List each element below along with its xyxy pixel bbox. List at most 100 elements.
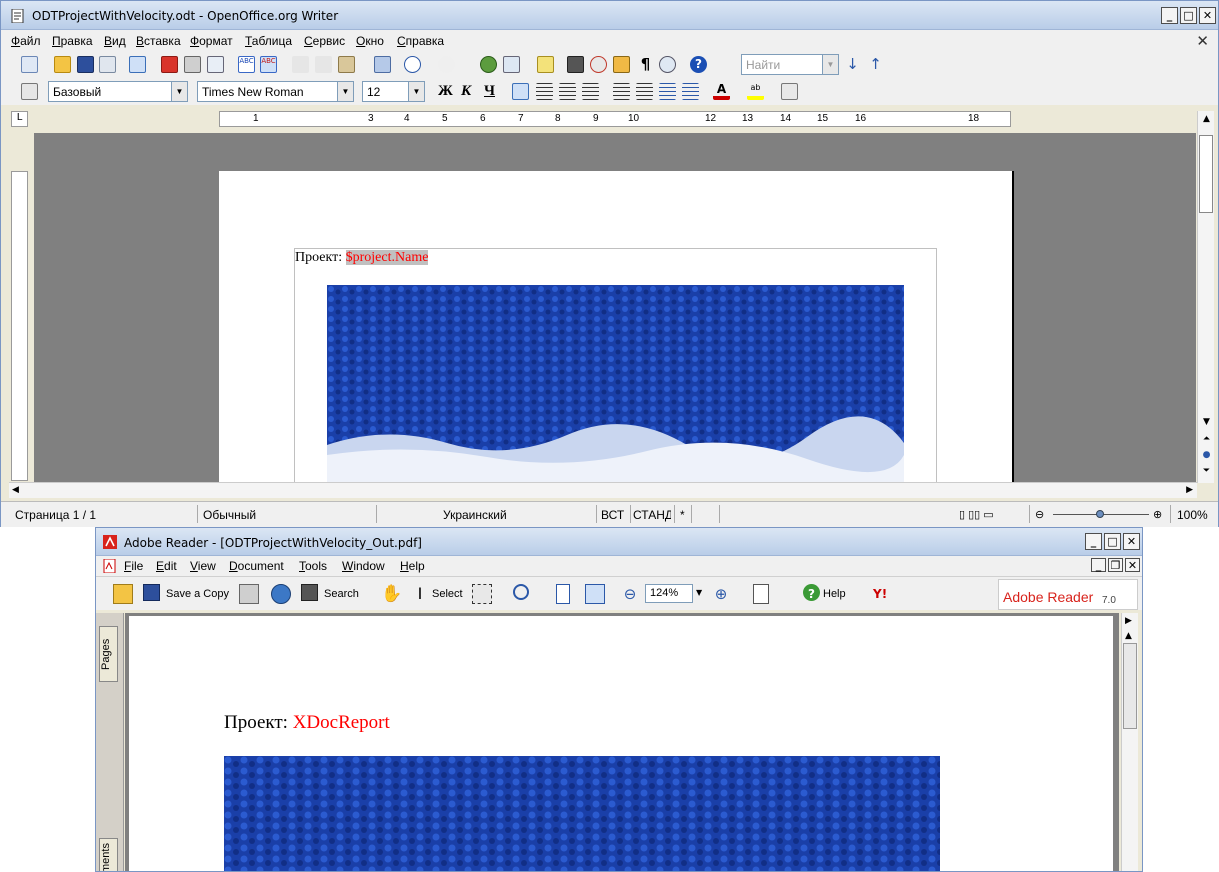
increase-indent-icon[interactable] <box>682 83 699 100</box>
hyperlink-icon[interactable] <box>480 56 497 73</box>
formatting-marks-icon[interactable]: ¶ <box>637 56 654 73</box>
reader-menu-document[interactable]: Document <box>229 559 284 573</box>
horizontal-scrollbar[interactable]: ◀ ▶ <box>9 482 1197 498</box>
snapshot-icon[interactable] <box>472 584 492 604</box>
paragraph-style-select[interactable]: Базовый ▼ <box>48 81 188 102</box>
vertical-scrollbar[interactable]: ▲ ▼ ⏶ ● ⏷ <box>1197 111 1214 483</box>
zoom-in-icon[interactable]: ⊕ <box>711 584 731 604</box>
panel-expand-icon[interactable]: ▶ <box>1125 616 1132 626</box>
select-text-icon[interactable]: I <box>410 584 430 604</box>
menu-view[interactable]: Вид <box>104 34 126 48</box>
horizontal-ruler[interactable]: 1 3 4 5 6 7 8 9 10 12 13 14 15 16 18 <box>219 111 1011 127</box>
scroll-left-icon[interactable]: ◀ <box>12 485 19 495</box>
menu-window[interactable]: Окно <box>356 34 384 48</box>
reader-menu-tools[interactable]: Tools <box>299 559 327 573</box>
find-replace-icon[interactable] <box>567 56 584 73</box>
doc-restore-button[interactable]: ❐ <box>1108 558 1123 572</box>
fit-width-icon[interactable] <box>585 584 605 604</box>
help-icon[interactable]: ? <box>803 584 820 601</box>
comments-tab[interactable]: ments <box>99 838 118 871</box>
print-icon[interactable] <box>184 56 201 73</box>
reader-menu-view[interactable]: View <box>190 559 216 573</box>
highlighting-icon[interactable]: ab <box>747 83 764 100</box>
zoom-out-icon[interactable]: ⊖ <box>1035 508 1044 521</box>
save-copy-button[interactable]: Save a Copy <box>166 588 229 600</box>
menu-edit[interactable]: Правка <box>52 34 93 48</box>
document-menu-icon[interactable] <box>103 559 116 573</box>
print-icon[interactable] <box>239 584 259 604</box>
font-size-select[interactable]: 12 ▼ <box>362 81 425 102</box>
scroll-thumb[interactable] <box>1199 135 1213 213</box>
document-canvas[interactable]: Проект: $project.Name <box>34 133 1196 482</box>
status-insert-mode[interactable]: ВСТ <box>601 508 624 522</box>
status-zoom[interactable]: 100% <box>1177 508 1208 522</box>
open-folder-icon[interactable] <box>54 56 71 73</box>
reader-close-button[interactable]: ✕ <box>1123 533 1140 550</box>
page-preview-icon[interactable] <box>207 56 224 73</box>
vertical-ruler[interactable] <box>11 171 28 481</box>
reader-scroll-up-icon[interactable]: ▲ <box>1125 631 1132 641</box>
zoom-out-icon[interactable]: ⊖ <box>620 584 640 604</box>
bullets-icon[interactable] <box>636 83 653 100</box>
style-dropdown-arrow[interactable]: ▼ <box>171 82 187 101</box>
text-frame[interactable]: Проект: $project.Name <box>294 248 937 482</box>
menu-tools[interactable]: Сервис <box>304 34 345 48</box>
find-next-icon[interactable]: ↓ <box>844 56 861 73</box>
menu-insert[interactable]: Вставка <box>136 34 181 48</box>
table-icon[interactable] <box>503 56 520 73</box>
zoom-in-icon[interactable]: ⊕ <box>1153 508 1162 521</box>
zoom-icon[interactable] <box>659 56 676 73</box>
reader-scroll-thumb[interactable] <box>1123 643 1137 729</box>
menu-help[interactable]: Справка <box>397 34 444 48</box>
reader-menu-edit[interactable]: Edit <box>156 559 177 573</box>
reader-document-canvas[interactable]: Проект: XDocReport <box>125 613 1119 871</box>
undo-icon[interactable] <box>404 56 421 73</box>
find-previous-icon[interactable]: ↑ <box>867 56 884 73</box>
status-selection-mode[interactable]: СТАНД <box>633 508 671 522</box>
export-pdf-icon[interactable] <box>161 56 178 73</box>
navigation-icon[interactable]: ● <box>1200 449 1213 462</box>
paste-icon[interactable] <box>338 56 355 73</box>
justify-icon[interactable] <box>582 83 599 100</box>
font-name-select[interactable]: Times New Roman ▼ <box>197 81 354 102</box>
close-button[interactable]: ✕ <box>1199 7 1216 24</box>
document-page[interactable]: Проект: $project.Name <box>219 171 1014 482</box>
autospellcheck-icon[interactable]: ABC <box>260 56 277 73</box>
format-paintbrush-icon[interactable] <box>374 56 391 73</box>
select-button[interactable]: Select <box>432 588 463 600</box>
gallery-icon[interactable] <box>613 56 630 73</box>
size-dropdown-arrow[interactable]: ▼ <box>408 82 424 101</box>
align-right-icon[interactable] <box>559 83 576 100</box>
menu-format[interactable]: Формат <box>190 34 233 48</box>
zoom-input[interactable]: 124% <box>645 584 693 603</box>
menu-file[interactable]: Файл <box>11 34 41 48</box>
search-dropdown-arrow[interactable]: ▼ <box>822 55 838 74</box>
search-button[interactable]: Search <box>324 588 359 600</box>
align-left-icon[interactable] <box>512 83 529 100</box>
cut-icon[interactable] <box>292 56 309 73</box>
redo-icon[interactable] <box>438 56 455 73</box>
zoom-tool-icon[interactable] <box>513 584 529 600</box>
view-layout-icon[interactable]: ▯ ▯▯ ▭ <box>959 508 994 521</box>
zoom-slider-thumb[interactable] <box>1096 510 1104 518</box>
bold-button[interactable]: Ж <box>438 83 453 100</box>
decrease-indent-icon[interactable] <box>659 83 676 100</box>
status-page-style[interactable]: Обычный <box>203 508 256 522</box>
yahoo-toolbar-icon[interactable]: Y! <box>873 584 907 604</box>
hand-tool-icon[interactable]: ✋ <box>381 584 402 604</box>
doc-close-button[interactable]: ✕ <box>1125 558 1140 572</box>
background-color-icon[interactable] <box>781 83 798 100</box>
help-button[interactable]: Help <box>823 588 846 600</box>
spellcheck-icon[interactable]: ABC <box>238 56 255 73</box>
reader-menu-window[interactable]: Window <box>342 559 385 573</box>
reader-menu-help[interactable]: Help <box>400 559 425 573</box>
edit-mode-icon[interactable] <box>129 56 146 73</box>
navigator-icon[interactable] <box>590 56 607 73</box>
underline-button[interactable]: Ч <box>484 83 495 100</box>
styles-formatting-icon[interactable] <box>21 83 38 100</box>
font-dropdown-arrow[interactable]: ▼ <box>337 82 353 101</box>
doc-minimize-button[interactable]: _ <box>1091 558 1106 572</box>
scroll-down-icon[interactable]: ▼ <box>1200 416 1213 429</box>
reader-minimize-button[interactable]: _ <box>1085 533 1102 550</box>
rotate-view-icon[interactable] <box>753 584 769 604</box>
